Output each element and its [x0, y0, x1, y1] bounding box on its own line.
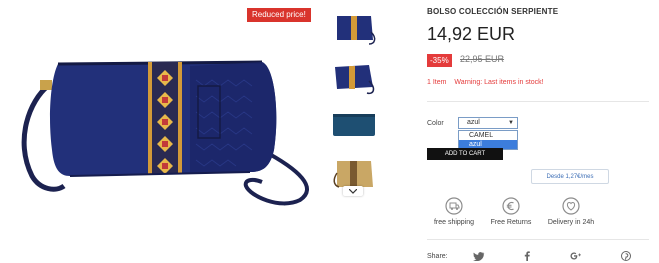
- product-title: BOLSO COLECCIÓN SERPIENTE: [427, 7, 559, 16]
- thumbnail-bag-front[interactable]: [331, 6, 377, 46]
- heart-delivery-icon: [562, 197, 580, 215]
- stock-warning: Warning: Last items in stock!: [454, 79, 544, 86]
- benefit-label: free shipping: [433, 219, 475, 226]
- dropdown-arrow-icon: ▼: [508, 120, 514, 126]
- discount-badge: -35%: [427, 54, 452, 67]
- product-page: Reduced price! BOLSO COLECCIÓN SERPIENTE…: [0, 0, 659, 263]
- color-label: Color: [427, 120, 444, 127]
- benefit-free-shipping: free shipping: [423, 197, 485, 226]
- color-option-camel[interactable]: CAMEL: [459, 131, 517, 140]
- benefit-delivery-24h: Delivery in 24h: [540, 197, 602, 226]
- thumbnail-bag-back[interactable]: [331, 104, 377, 144]
- financing-button[interactable]: Desde 1,27€/mes: [531, 169, 609, 184]
- facebook-icon[interactable]: [521, 251, 533, 261]
- stock-quantity: 1 Item: [427, 79, 447, 86]
- current-price: 14,92 EUR: [427, 24, 516, 44]
- benefit-free-returns: Free Returns: [480, 197, 542, 226]
- euro-returns-icon: [502, 197, 520, 215]
- twitter-icon[interactable]: [473, 251, 485, 261]
- benefit-label: Delivery in 24h: [547, 219, 595, 226]
- pinterest-icon[interactable]: [620, 251, 632, 261]
- color-select[interactable]: azul ▼: [458, 117, 518, 129]
- main-product-image[interactable]: [0, 0, 322, 230]
- old-price: 22,95 EUR: [460, 54, 505, 64]
- color-select-value: azul: [467, 119, 480, 126]
- benefit-label: Free Returns: [490, 219, 532, 226]
- add-to-cart-button[interactable]: ADD TO CART: [427, 148, 503, 160]
- reduced-price-badge: Reduced price!: [247, 8, 311, 22]
- color-dropdown-list: CAMEL azul: [458, 130, 518, 150]
- google-plus-icon[interactable]: [570, 251, 582, 261]
- share-label: Share:: [427, 253, 448, 260]
- divider: [427, 101, 649, 102]
- divider: [427, 239, 649, 240]
- stock-info: 1 Item Warning: Last items in stock!: [427, 79, 544, 86]
- thumbnail-bag-angle[interactable]: [331, 55, 377, 95]
- chevron-down-icon: [349, 188, 357, 194]
- free-shipping-icon: [445, 197, 463, 215]
- thumbnail-scroll-down-button[interactable]: [343, 186, 363, 196]
